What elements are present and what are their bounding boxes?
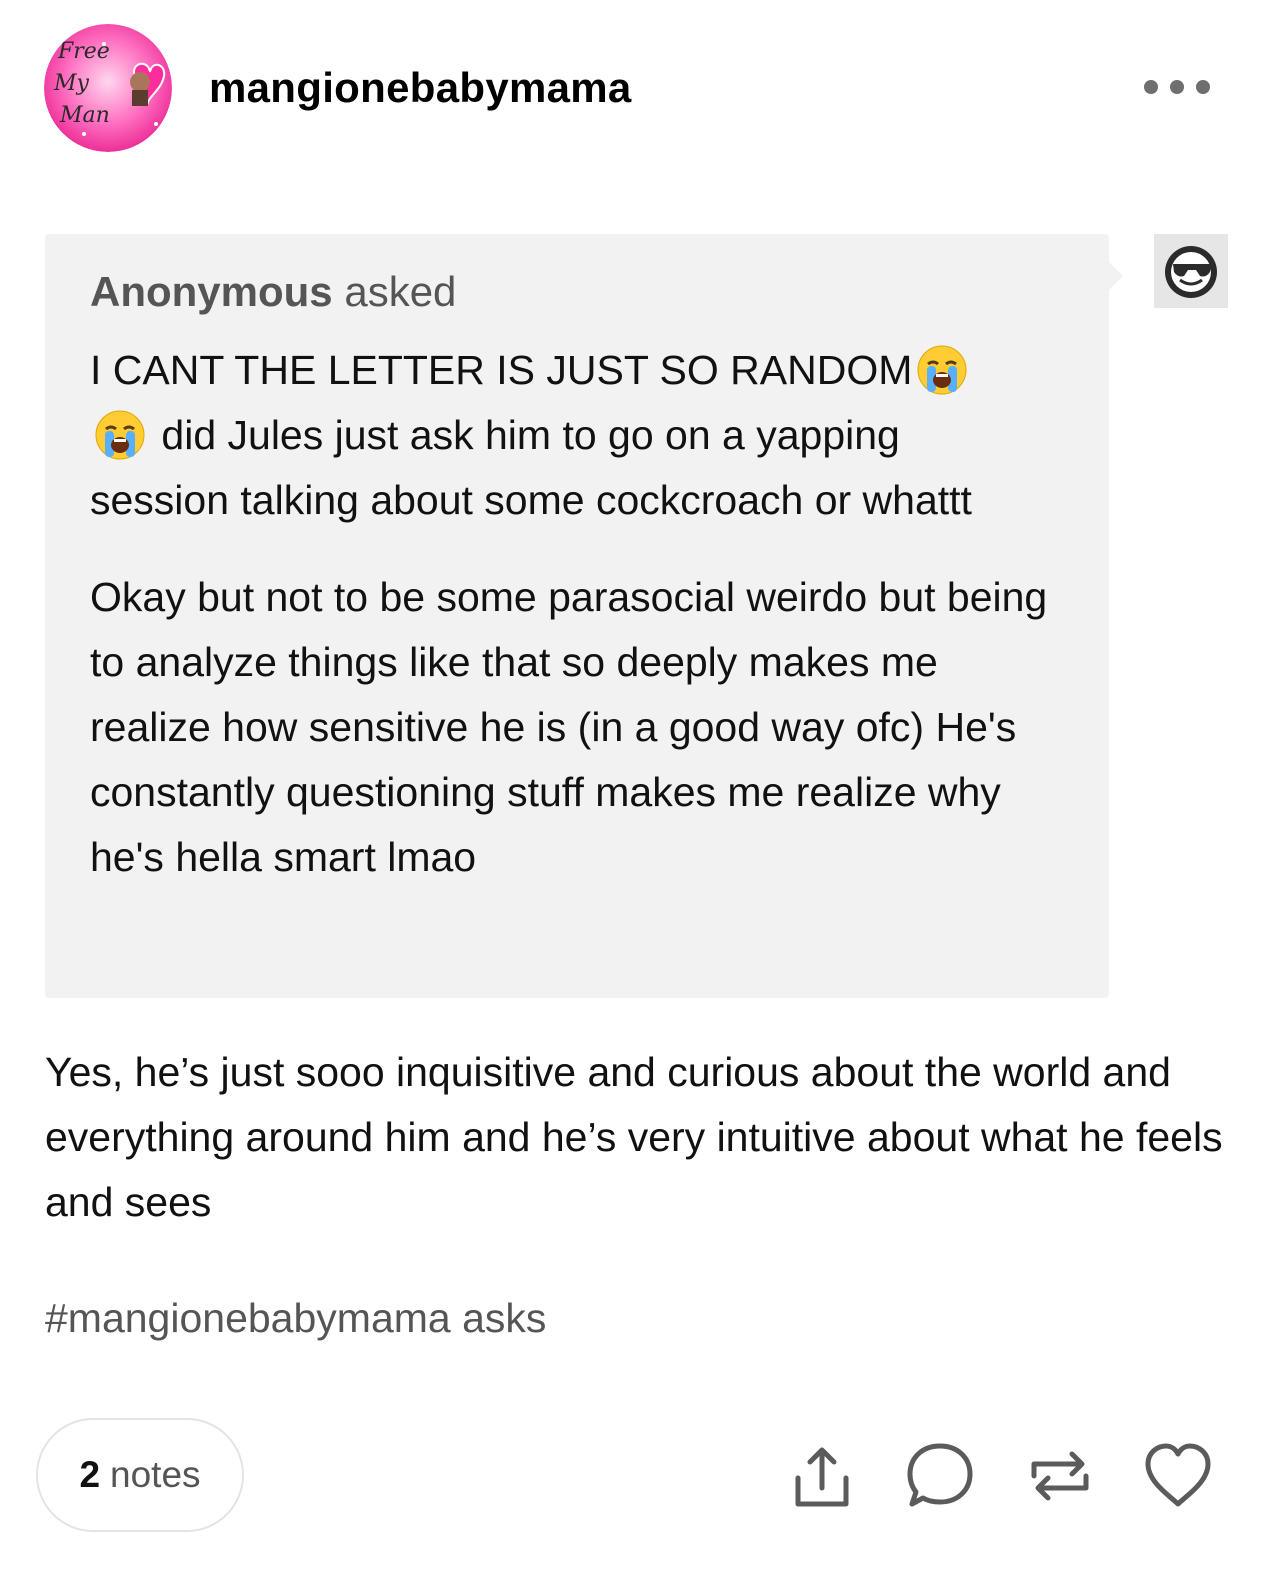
loudly-crying-face-icon [917,345,967,395]
share-icon [795,1447,849,1507]
post-header: Free My Man mangionebabymama [44,24,1240,154]
ask-line-1-continued: did Jules just ask him to go on a yappin… [90,412,972,523]
reply-icon [907,1443,973,1507]
blog-username[interactable]: mangionebabymama [209,64,632,112]
asker-line: Anonymous asked [90,268,1050,316]
ask-question-paragraph-1: I CANT THE LETTER IS JUST SO RANDOM did … [90,338,1050,533]
tag-link[interactable]: #mangionebabymama asks [45,1290,546,1346]
avatar-word-3: Man [59,103,110,128]
reblog-button[interactable] [1024,1440,1096,1512]
asker-name: Anonymous [90,268,333,315]
ellipsis-icon [1144,80,1158,94]
avatar-word-2: My [53,71,90,96]
ask-question-paragraph-2: Okay but not to be some parasocial weird… [90,574,1048,880]
ellipsis-icon-dot [1196,80,1210,94]
notes-button[interactable]: 2 notes [36,1418,244,1532]
answer-text: Yes, he’s just sooo inquisitive and curi… [45,1049,1223,1225]
avatar-image: Free My Man [44,24,172,152]
ellipsis-icon-dot [1170,80,1184,94]
avatar-word-1: Free [57,39,110,64]
ask-box: Anonymous asked I CANT THE LETTER IS JUS… [45,234,1109,998]
loudly-crying-face-icon [95,410,145,460]
ask-content: Anonymous asked I CANT THE LETTER IS JUS… [90,268,1050,922]
sunglasses-face-icon [1165,246,1217,298]
asker-avatar[interactable] [1154,234,1228,308]
share-button[interactable] [786,1440,858,1512]
like-button[interactable] [1142,1440,1214,1512]
reply-button[interactable] [904,1440,976,1512]
notes-label: notes [110,1454,201,1495]
ask-bubble-pointer [1109,262,1123,290]
blog-avatar[interactable]: Free My Man [44,24,172,152]
like-icon [1145,1443,1211,1507]
reblog-icon [1031,1451,1089,1501]
ask-line-1: I CANT THE LETTER IS JUST SO RANDOM [90,347,913,393]
notes-count: 2 [79,1454,101,1495]
asked-label: asked [344,268,457,315]
more-options-button[interactable] [1144,74,1210,100]
